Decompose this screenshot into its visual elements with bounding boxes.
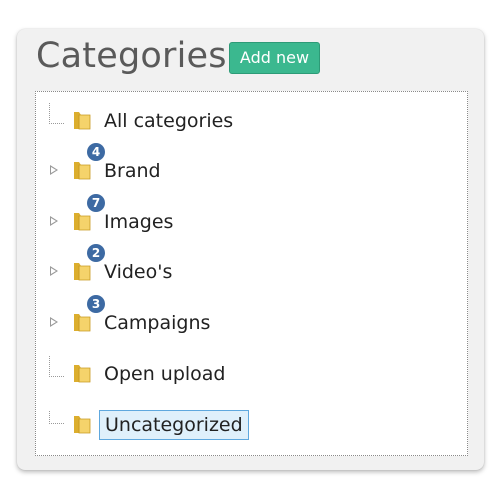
tree-item-label: Brand (104, 160, 161, 182)
folder-icon (74, 162, 91, 180)
count-badge: 7 (87, 194, 105, 212)
tree-connector (49, 356, 64, 377)
tree-item-all-categories[interactable]: All categories (36, 101, 467, 141)
expand-arrow-icon[interactable] (50, 216, 58, 226)
tree-connector (49, 411, 64, 424)
folder-icon (74, 314, 91, 332)
tree-item-label: Open upload (104, 363, 226, 385)
tree-item-label: All categories (104, 110, 234, 132)
folder-icon (74, 112, 91, 130)
folder-icon (74, 365, 91, 383)
count-badge: 4 (87, 143, 105, 161)
count-badge: 3 (87, 295, 105, 313)
tree-item-label: Images (104, 211, 174, 233)
expand-arrow-icon[interactable] (50, 317, 58, 327)
page-title: Categories (36, 36, 227, 76)
folder-icon (74, 416, 91, 434)
tree-item-campaigns[interactable]: 3 Campaigns (36, 295, 467, 343)
tree-item-uncategorized[interactable]: Uncategorized (36, 405, 467, 445)
expand-arrow-icon[interactable] (50, 165, 58, 175)
add-new-button[interactable]: Add new (229, 42, 320, 74)
tree-item-label: Campaigns (104, 312, 211, 334)
tree-item-label: Video's (104, 261, 173, 283)
tree-connector (49, 103, 64, 124)
tree-item-images[interactable]: 7 Images (36, 194, 467, 242)
tree-item-brand[interactable]: 4 Brand (36, 143, 467, 191)
folder-icon (74, 213, 91, 231)
tree-item-videos[interactable]: 2 Video's (36, 244, 467, 292)
count-badge: 2 (87, 244, 105, 262)
folder-icon (74, 263, 91, 281)
expand-arrow-icon[interactable] (50, 266, 58, 276)
tree-item-label: Uncategorized (99, 410, 249, 440)
tree-item-open-upload[interactable]: Open upload (36, 354, 467, 394)
category-tree: All categories 4 Brand 7 Images 2 Video'… (35, 91, 468, 456)
